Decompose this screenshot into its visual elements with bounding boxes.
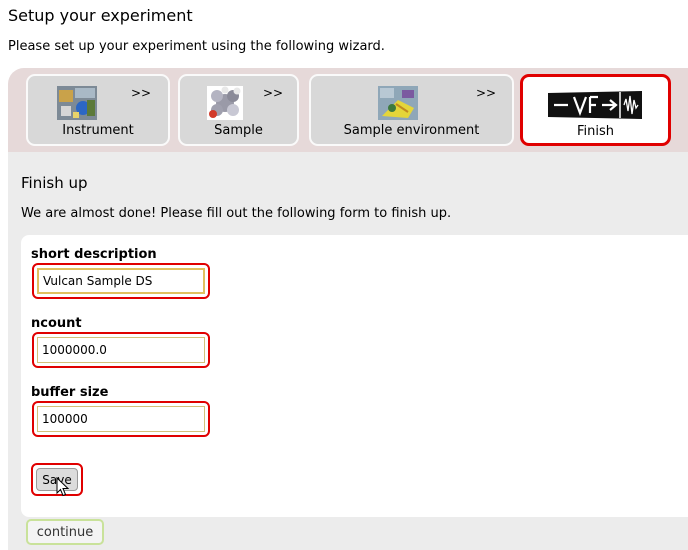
intro-text: Please set up your experiment using the … (8, 39, 385, 54)
buffer-size-input[interactable] (37, 406, 205, 432)
finish-section: Finish up We are almost done! Please fil… (8, 152, 688, 550)
continue-button[interactable]: continue (26, 519, 104, 545)
molecule-thumbnail-icon (207, 86, 243, 120)
next-arrows: >> (263, 86, 284, 100)
mouse-pointer-icon (56, 477, 70, 497)
short-description-highlight (32, 263, 210, 299)
buffer-size-highlight (32, 401, 210, 437)
ncount-label: ncount (31, 316, 82, 331)
short-description-input[interactable] (37, 268, 205, 294)
section-text: We are almost done! Please fill out the … (21, 206, 452, 221)
tab-label: Instrument (62, 123, 134, 138)
tab-instrument[interactable]: >> Instrument (26, 74, 170, 146)
section-title: Finish up (21, 174, 88, 192)
page-title: Setup your experiment (8, 6, 193, 25)
ncount-input[interactable] (37, 337, 205, 363)
buffer-size-label: buffer size (31, 385, 109, 400)
tab-sample-environment[interactable]: >> Sample environment (309, 74, 514, 146)
tab-label: Finish (576, 124, 614, 139)
ncount-highlight (32, 332, 210, 368)
tab-label: Sample environment (343, 123, 480, 138)
next-arrows: >> (476, 86, 497, 100)
sample-environment-thumbnail-icon (378, 86, 418, 120)
tab-label: Sample (214, 123, 263, 138)
vnf-logo-icon (548, 91, 642, 119)
tab-sample[interactable]: >> Sample (178, 74, 299, 146)
instrument-thumbnail-icon (57, 86, 97, 120)
tab-finish[interactable]: Finish (520, 74, 671, 146)
finish-form: short description ncount buffer size Sav… (21, 235, 688, 517)
short-description-label: short description (31, 247, 157, 262)
wizard-tabs: >> Instrument >> Sample >> Sample enviro… (8, 68, 688, 152)
next-arrows: >> (131, 86, 152, 100)
